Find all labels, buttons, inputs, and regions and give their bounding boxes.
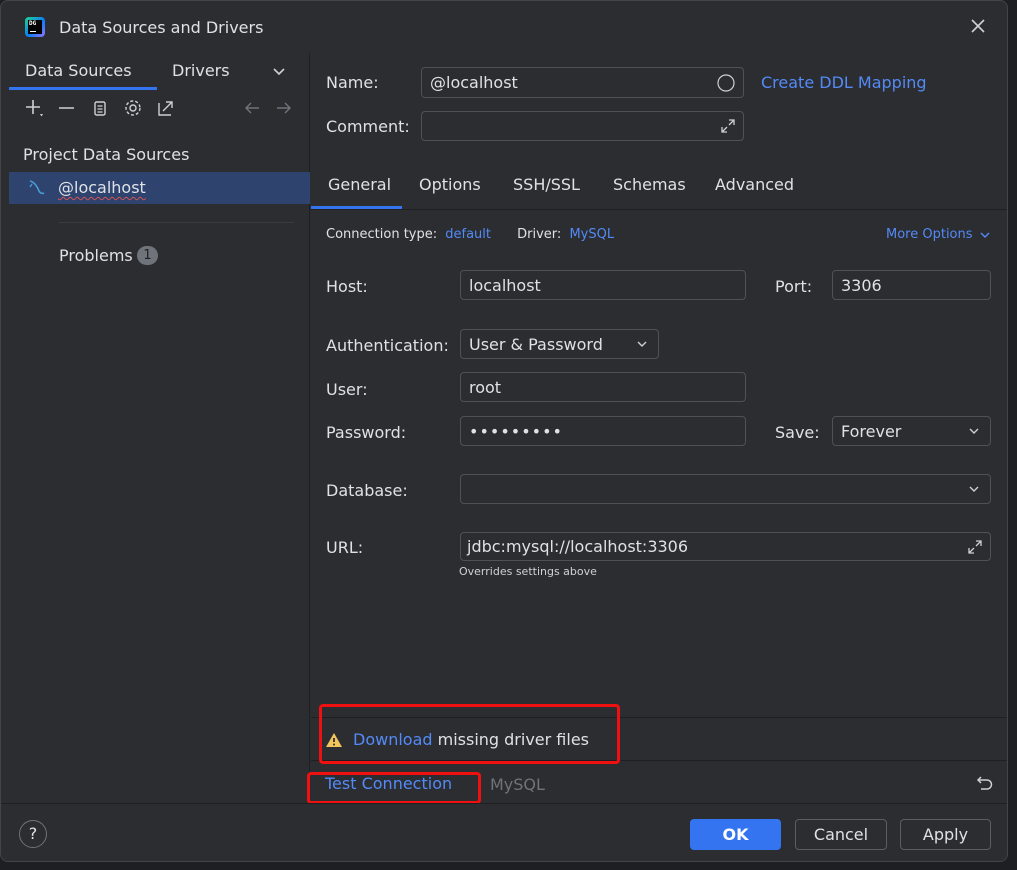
dialog-footer: ? OK Cancel Apply: [1, 803, 1007, 861]
chevron-down-icon: [969, 428, 979, 434]
port-input[interactable]: 3306: [832, 270, 991, 300]
test-connection-link[interactable]: Test Connection: [325, 774, 452, 793]
download-driver-link[interactable]: Download: [353, 730, 433, 749]
host-input[interactable]: localhost: [460, 270, 746, 300]
help-button[interactable]: ?: [19, 820, 47, 848]
password-label: Password:: [326, 423, 407, 442]
save-label: Save:: [775, 423, 820, 442]
window-title: Data Sources and Drivers: [59, 18, 264, 37]
password-input[interactable]: •••••••••: [460, 416, 746, 446]
create-ddl-mapping-link[interactable]: Create DDL Mapping: [761, 73, 927, 92]
expand-icon[interactable]: [719, 117, 737, 135]
connection-type-link[interactable]: default: [445, 227, 491, 242]
left-panel: Data Sources Drivers Project Data Source…: [9, 53, 310, 803]
user-label: User:: [326, 380, 368, 399]
close-icon[interactable]: [967, 15, 989, 37]
tab-schemas[interactable]: Schemas: [613, 175, 686, 194]
tab-advanced[interactable]: Advanced: [715, 175, 794, 194]
tab-data-sources[interactable]: Data Sources: [25, 61, 132, 80]
tab-ssh-ssl[interactable]: SSH/SSL: [513, 175, 580, 194]
expand-icon[interactable]: [966, 538, 984, 556]
test-connection-row: Test Connection MySQL: [311, 761, 1007, 803]
url-hint: Overrides settings above: [459, 565, 597, 578]
authentication-select[interactable]: User & Password: [460, 329, 659, 359]
host-label: Host:: [326, 277, 368, 296]
add-icon[interactable]: [23, 97, 45, 119]
active-tab-indicator: [311, 206, 402, 209]
settings-tabs: General Options SSH/SSL Schemas Advanced: [311, 161, 1007, 210]
driver-link[interactable]: MySQL: [569, 227, 614, 242]
left-toolbar: [9, 97, 310, 121]
url-label: URL:: [326, 538, 364, 557]
cancel-button[interactable]: Cancel: [795, 819, 887, 850]
warning-icon: [326, 733, 342, 747]
title-bar: DG Data Sources and Drivers: [1, 1, 1007, 53]
revert-icon[interactable]: [975, 773, 995, 793]
save-select[interactable]: Forever: [832, 416, 991, 446]
test-driver-label: MySQL: [490, 775, 545, 794]
url-input[interactable]: jdbc:mysql://localhost:3306: [460, 532, 991, 561]
name-value: @localhost: [430, 73, 518, 92]
database-label: Database:: [326, 481, 408, 500]
project-data-sources-title: Project Data Sources: [23, 145, 190, 164]
port-label: Port:: [775, 277, 813, 296]
tab-general[interactable]: General: [328, 175, 391, 194]
active-tab-indicator: [9, 87, 157, 90]
problems-count-badge: 1: [137, 246, 158, 265]
more-options-link[interactable]: More Options: [886, 227, 991, 242]
problems-item[interactable]: Problems: [59, 246, 133, 265]
ok-button[interactable]: OK: [690, 819, 781, 850]
tab-drivers[interactable]: Drivers: [172, 61, 230, 80]
chevron-down-icon[interactable]: [271, 63, 287, 79]
name-input[interactable]: @localhost: [421, 67, 744, 98]
chevron-down-icon: [637, 341, 647, 347]
chevron-down-icon: [980, 232, 990, 238]
authentication-label: Authentication:: [326, 336, 449, 355]
forward-arrow-icon[interactable]: [273, 97, 295, 119]
jump-to-source-icon[interactable]: [155, 97, 177, 119]
comment-label: Comment:: [326, 117, 410, 136]
left-tabs: Data Sources Drivers: [9, 53, 310, 90]
name-label: Name:: [326, 73, 379, 92]
connection-type-row: Connection type: default Driver: MySQL: [326, 227, 615, 242]
color-circle-icon[interactable]: [717, 74, 735, 92]
database-select[interactable]: [460, 474, 991, 504]
comment-input[interactable]: [421, 111, 744, 141]
mysql-dolphin-icon: [27, 178, 47, 202]
data-source-label: @localhost: [58, 178, 146, 197]
back-arrow-icon[interactable]: [241, 97, 263, 119]
right-panel: Name: @localhost Create DDL Mapping Comm…: [307, 53, 1007, 804]
missing-driver-warning: Download missing driver files: [311, 717, 1007, 761]
user-input[interactable]: root: [460, 372, 746, 402]
copy-icon[interactable]: [89, 97, 111, 119]
datagrip-app-icon: DG: [25, 17, 45, 37]
data-source-item-localhost[interactable]: @localhost: [9, 172, 310, 204]
left-divider: [59, 222, 294, 223]
gear-icon[interactable]: [122, 97, 144, 119]
data-sources-dialog: DG Data Sources and Drivers Data Sources…: [0, 0, 1008, 862]
tab-options[interactable]: Options: [419, 175, 481, 194]
warning-text: Download missing driver files: [353, 730, 590, 749]
apply-button[interactable]: Apply: [900, 819, 991, 850]
remove-icon[interactable]: [56, 97, 78, 119]
chevron-down-icon: [969, 486, 979, 492]
